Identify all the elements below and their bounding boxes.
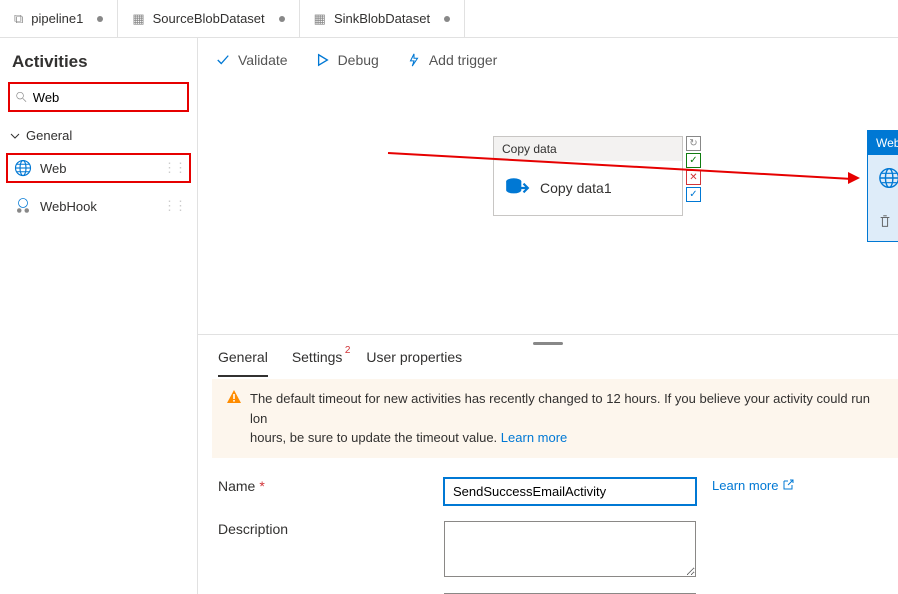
fail-connector-icon[interactable]: ✕: [686, 170, 701, 185]
trigger-label: Add trigger: [429, 52, 497, 68]
warning-learn-more-link[interactable]: Learn more: [501, 430, 567, 445]
tab-settings[interactable]: Settings2: [292, 349, 343, 377]
activity-label: Web: [40, 161, 67, 176]
node-body: Copy data1: [494, 161, 682, 215]
row-description: Description: [218, 513, 892, 585]
node-footer: { } ➔: [868, 205, 898, 241]
activities-title-row: Activities: [8, 46, 189, 82]
webhook-icon: [14, 197, 32, 215]
tab-user-properties[interactable]: User properties: [366, 349, 462, 377]
play-icon: [316, 53, 330, 67]
properties-panel: General Settings2 User properties The de…: [198, 334, 898, 594]
tab-label: pipeline1: [31, 11, 83, 26]
pipeline-icon: [14, 11, 23, 27]
search-input[interactable]: [33, 90, 181, 105]
group-general[interactable]: General: [8, 124, 189, 147]
activity-label: WebHook: [40, 199, 97, 214]
group-label: General: [26, 128, 72, 143]
pipeline-canvas: Validate Debug Add trigger Copy data Cop…: [198, 38, 898, 594]
add-trigger-button[interactable]: Add trigger: [407, 52, 497, 68]
tab-sourceblobdataset[interactable]: SourceBlobDataset: [118, 0, 299, 37]
warning-icon: [226, 389, 242, 405]
activity-web[interactable]: Web ⋮⋮: [6, 153, 191, 183]
general-form: Name * Learn more Description Timeout i …: [212, 458, 898, 594]
chevron-down-icon: [10, 131, 20, 141]
learn-more-link[interactable]: Learn more: [712, 478, 794, 493]
globe-icon: [878, 165, 898, 191]
modified-dot-icon: [444, 16, 450, 22]
database-icon: [504, 175, 530, 201]
activities-search[interactable]: [8, 82, 189, 112]
complete-connector-icon[interactable]: ✓: [686, 187, 701, 202]
node-title: Copy data1: [540, 180, 612, 196]
annotation-arrow-head: [848, 172, 860, 184]
drag-handle-icon[interactable]: ⋮⋮: [163, 198, 185, 214]
node-header: Copy data: [494, 137, 682, 161]
node-web-activity[interactable]: Web SendSuccessEmailActivity { } ➔: [867, 130, 898, 242]
trigger-icon: [407, 53, 421, 67]
modified-dot-icon: [97, 16, 103, 22]
globe-icon: [14, 159, 32, 177]
check-icon: [216, 53, 230, 67]
debug-label: Debug: [338, 52, 379, 68]
search-icon: [16, 91, 27, 103]
editor-tabs: pipeline1 SourceBlobDataset SinkBlobData…: [0, 0, 898, 38]
activities-sidebar: Activities General Web ⋮⋮ WebHook ⋮⋮: [0, 38, 198, 594]
row-timeout: Timeout i: [218, 585, 892, 594]
timeout-warning: The default timeout for new activities h…: [212, 379, 898, 458]
success-connector-icon[interactable]: ✓: [686, 153, 701, 168]
node-header: Web: [868, 131, 898, 155]
tab-general[interactable]: General: [218, 349, 268, 377]
node-body: SendSuccessEmailActivity: [868, 155, 898, 205]
node-copy-data[interactable]: Copy data Copy data1: [493, 136, 683, 216]
tab-sinkblobdataset[interactable]: SinkBlobDataset: [300, 0, 465, 37]
name-label: Name *: [218, 478, 444, 494]
tab-label: SourceBlobDataset: [153, 11, 265, 26]
activities-title: Activities: [12, 52, 88, 72]
row-name: Name * Learn more: [218, 470, 892, 513]
skip-connector-icon[interactable]: ↻: [686, 136, 701, 151]
canvas-toolbar: Validate Debug Add trigger: [198, 38, 898, 82]
warning-text: The default timeout for new activities h…: [250, 389, 884, 448]
description-label: Description: [218, 521, 444, 537]
name-input[interactable]: [444, 478, 696, 505]
debug-button[interactable]: Debug: [316, 52, 379, 68]
tab-label: SinkBlobDataset: [334, 11, 430, 26]
activity-webhook[interactable]: WebHook ⋮⋮: [8, 191, 189, 221]
modified-dot-icon: [279, 16, 285, 22]
delete-icon[interactable]: [878, 214, 892, 228]
table-icon: [132, 11, 144, 27]
canvas-body[interactable]: Copy data Copy data1 ↻ ✓ ✕ ✓ Web SendSuc…: [198, 82, 898, 342]
description-input[interactable]: [444, 521, 696, 577]
validate-label: Validate: [238, 52, 288, 68]
settings-badge: 2: [345, 345, 351, 356]
tab-pipeline1[interactable]: pipeline1: [0, 0, 118, 37]
validate-button[interactable]: Validate: [216, 52, 288, 68]
main-layout: Activities General Web ⋮⋮ WebHook ⋮⋮: [0, 38, 898, 594]
external-link-icon: [782, 479, 794, 491]
table-icon: [314, 11, 326, 27]
drag-handle-icon[interactable]: ⋮⋮: [163, 160, 185, 176]
